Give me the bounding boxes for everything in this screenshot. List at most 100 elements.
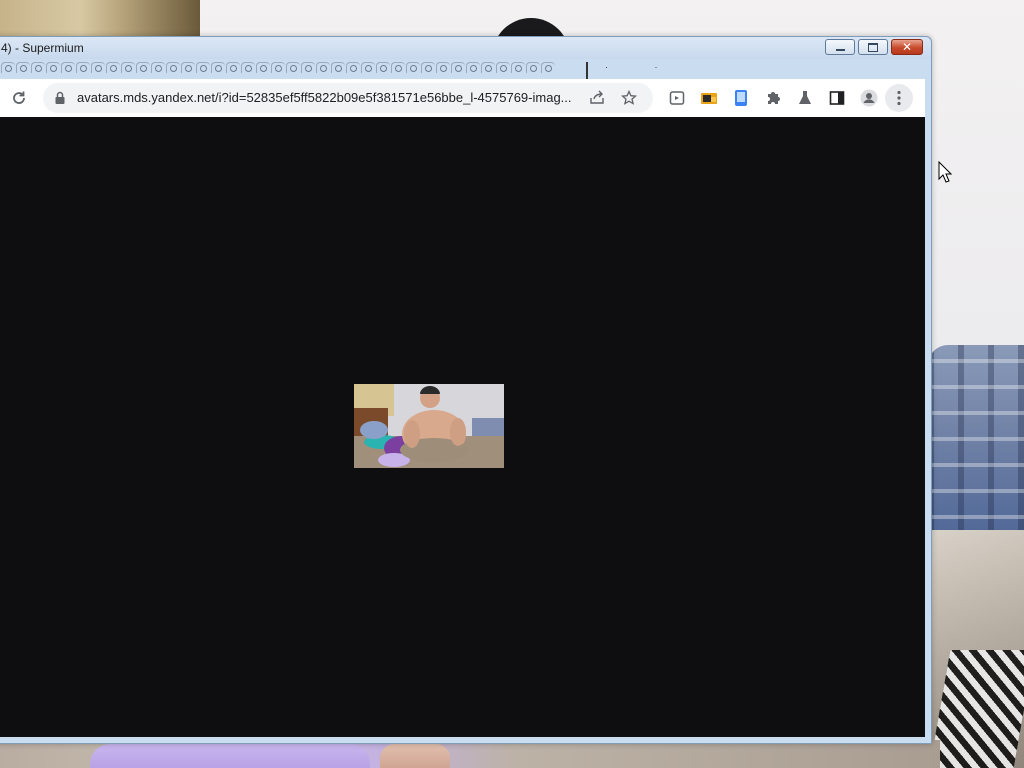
pillow — [928, 345, 1024, 545]
browser-tab[interactable] — [91, 62, 105, 73]
tab-favicon-icon — [245, 64, 252, 72]
browser-tab[interactable] — [511, 62, 525, 73]
labs-button[interactable] — [796, 89, 814, 107]
browser-tab[interactable] — [226, 62, 240, 73]
profile-button[interactable] — [860, 89, 878, 107]
tab-favicon-icon — [230, 64, 237, 72]
browser-tab[interactable] — [346, 62, 360, 73]
maximize-button[interactable] — [858, 39, 888, 55]
browser-tab[interactable] — [151, 62, 165, 73]
reload-button[interactable] — [9, 88, 29, 108]
title-bar[interactable]: 4) - Supermium ✕ — [0, 37, 931, 59]
tab-favicon-icon — [470, 64, 477, 72]
browser-tab[interactable] — [106, 62, 120, 73]
browser-tab[interactable] — [406, 62, 420, 73]
browser-tab[interactable] — [271, 62, 285, 73]
browser-tab[interactable] — [31, 62, 45, 73]
tab-favicon-icon — [140, 64, 147, 72]
folder-extension-button[interactable] — [700, 89, 718, 107]
browser-tab[interactable] — [241, 62, 255, 73]
tab-favicon-icon — [50, 64, 57, 72]
browser-tab[interactable] — [481, 62, 495, 73]
browser-tab[interactable] — [466, 62, 480, 73]
tab-favicon-icon — [155, 64, 162, 72]
tab-favicon-icon — [485, 64, 492, 72]
browser-tab[interactable] — [121, 62, 135, 73]
curtain — [0, 0, 200, 36]
tab-favicon-icon — [260, 64, 267, 72]
url-text[interactable]: avatars.mds.yandex.net/i?id=52835ef5ff58… — [77, 90, 587, 105]
browser-tab[interactable] — [286, 62, 300, 73]
tab-favicon-icon — [275, 64, 282, 72]
displayed-image[interactable] — [354, 384, 504, 468]
phone-extension-icon — [735, 90, 747, 106]
extensions-button[interactable] — [764, 89, 782, 107]
tab-favicon-icon — [200, 64, 207, 72]
browser-tab[interactable] — [391, 62, 405, 73]
close-icon: ✕ — [901, 40, 913, 54]
tab-favicon-icon — [530, 64, 537, 72]
hand — [380, 744, 450, 768]
browser-tab[interactable] — [136, 62, 150, 73]
tab-favicon-icon — [35, 64, 42, 72]
page-viewport — [0, 117, 925, 737]
tab-extension-button[interactable] — [668, 89, 686, 107]
tab-favicon-icon — [335, 64, 342, 72]
browser-tab[interactable] — [16, 62, 30, 73]
browser-window: 4) - Supermium ✕ · · avatars.mds.yandex.… — [0, 36, 932, 744]
browser-tab[interactable] — [421, 62, 435, 73]
photo-thumbnail — [354, 384, 504, 468]
minimize-button[interactable] — [825, 39, 855, 55]
browser-tab[interactable] — [436, 62, 450, 73]
window-title: 4) - Supermium — [1, 41, 84, 55]
browser-tab[interactable] — [1, 62, 15, 73]
browser-tab[interactable] — [196, 62, 210, 73]
tab-favicon-icon — [110, 64, 117, 72]
tab-overflow-marks: · · — [605, 62, 680, 72]
browser-tab[interactable] — [256, 62, 270, 73]
tab-favicon-icon — [440, 64, 447, 72]
toolbar: avatars.mds.yandex.net/i?id=52835ef5ff58… — [0, 79, 925, 117]
browser-tab[interactable] — [376, 62, 390, 73]
tab-favicon-icon — [80, 64, 87, 72]
lock-icon[interactable] — [54, 91, 66, 105]
browser-tab[interactable] — [451, 62, 465, 73]
browser-tab[interactable] — [316, 62, 330, 73]
maximize-icon — [868, 42, 878, 52]
profile-icon — [860, 89, 878, 107]
browser-tab[interactable] — [211, 62, 225, 73]
phone-extension-button[interactable] — [732, 89, 750, 107]
folder-extension-icon — [701, 93, 717, 104]
close-button[interactable]: ✕ — [891, 39, 923, 55]
browser-tab[interactable] — [61, 62, 75, 73]
browser-tab[interactable] — [496, 62, 510, 73]
tab-favicon-icon — [170, 64, 177, 72]
browser-menu-button[interactable] — [885, 84, 913, 112]
browser-tab[interactable] — [46, 62, 60, 73]
browser-tab[interactable] — [541, 62, 555, 73]
tab-favicon-icon — [500, 64, 507, 72]
tab-favicon-icon — [5, 64, 12, 72]
bookmark-button[interactable] — [620, 89, 638, 107]
browser-tab[interactable] — [76, 62, 90, 73]
browser-tab[interactable] — [301, 62, 315, 73]
tab-separator — [586, 62, 588, 79]
tabs-row — [1, 62, 566, 76]
browser-tab[interactable] — [181, 62, 195, 73]
minimize-icon — [835, 48, 845, 51]
address-bar[interactable]: avatars.mds.yandex.net/i?id=52835ef5ff58… — [43, 83, 653, 113]
mouse-cursor-icon — [938, 161, 952, 183]
side-panel-button[interactable] — [828, 89, 846, 107]
flask-icon — [799, 91, 811, 104]
browser-tab[interactable] — [331, 62, 345, 73]
tab-favicon-icon — [515, 64, 522, 72]
tab-favicon-icon — [185, 64, 192, 72]
share-button[interactable] — [588, 89, 606, 107]
browser-tab[interactable] — [166, 62, 180, 73]
tab-favicon-icon — [425, 64, 432, 72]
browser-tab[interactable] — [526, 62, 540, 73]
browser-tab[interactable] — [361, 62, 375, 73]
tab-favicon-icon — [95, 64, 102, 72]
tab-favicon-icon — [365, 64, 372, 72]
tab-favicon-icon — [125, 64, 132, 72]
